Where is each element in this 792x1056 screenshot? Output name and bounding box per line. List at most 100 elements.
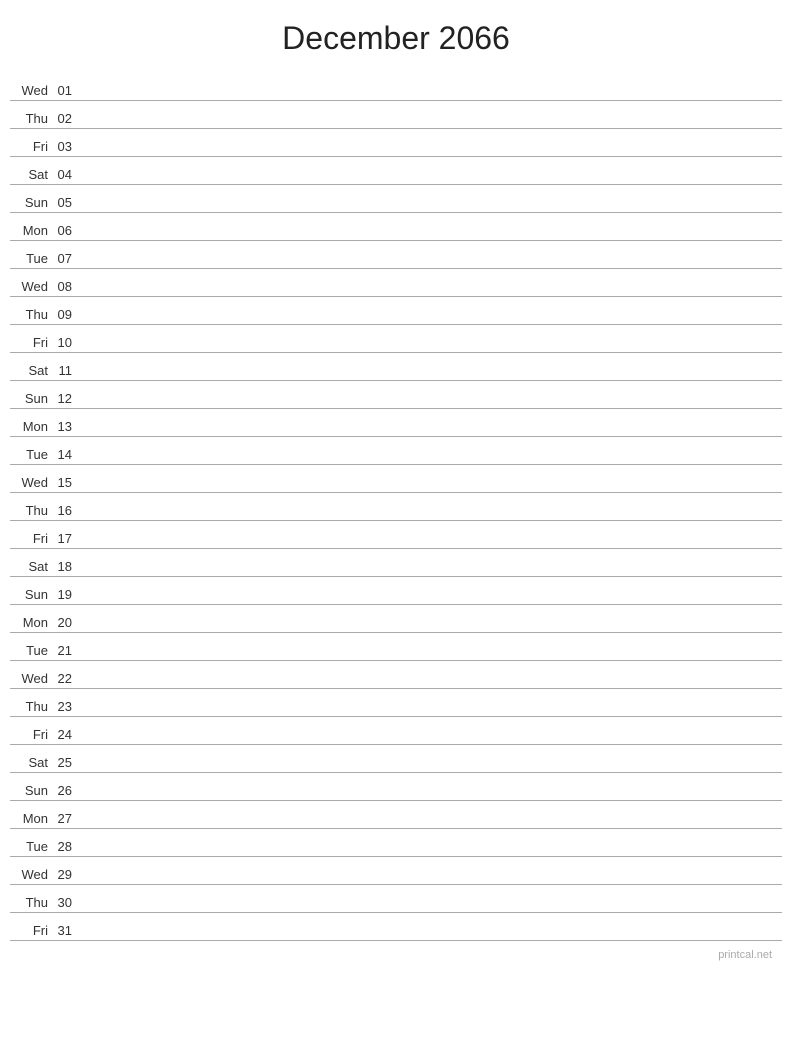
day-number: 09	[52, 307, 80, 322]
day-number: 19	[52, 587, 80, 602]
day-line	[80, 405, 782, 406]
day-number: 20	[52, 615, 80, 630]
day-number: 16	[52, 503, 80, 518]
calendar-row: Fri03	[10, 129, 782, 157]
calendar-row: Fri31	[10, 913, 782, 941]
day-name: Sat	[10, 559, 52, 574]
day-line	[80, 125, 782, 126]
day-name: Thu	[10, 307, 52, 322]
calendar-row: Sat04	[10, 157, 782, 185]
day-name: Fri	[10, 531, 52, 546]
calendar-row: Sat25	[10, 745, 782, 773]
day-name: Thu	[10, 111, 52, 126]
calendar-row: Thu16	[10, 493, 782, 521]
day-line	[80, 909, 782, 910]
day-name: Sun	[10, 391, 52, 406]
day-line	[80, 769, 782, 770]
day-line	[80, 545, 782, 546]
day-line	[80, 433, 782, 434]
day-number: 25	[52, 755, 80, 770]
day-line	[80, 237, 782, 238]
day-line	[80, 853, 782, 854]
day-number: 18	[52, 559, 80, 574]
day-line	[80, 349, 782, 350]
day-number: 26	[52, 783, 80, 798]
calendar-row: Thu09	[10, 297, 782, 325]
day-line	[80, 181, 782, 182]
day-name: Tue	[10, 643, 52, 658]
calendar-row: Sun19	[10, 577, 782, 605]
day-line	[80, 265, 782, 266]
day-number: 03	[52, 139, 80, 154]
day-name: Sat	[10, 167, 52, 182]
day-line	[80, 685, 782, 686]
calendar-row: Thu30	[10, 885, 782, 913]
day-line	[80, 293, 782, 294]
day-number: 24	[52, 727, 80, 742]
page-title: December 2066	[10, 20, 782, 57]
calendar-row: Thu23	[10, 689, 782, 717]
day-line	[80, 797, 782, 798]
day-line	[80, 461, 782, 462]
calendar-row: Sat11	[10, 353, 782, 381]
day-name: Fri	[10, 923, 52, 938]
day-line	[80, 881, 782, 882]
day-number: 04	[52, 167, 80, 182]
day-number: 08	[52, 279, 80, 294]
day-number: 15	[52, 475, 80, 490]
calendar-row: Sat18	[10, 549, 782, 577]
day-name: Fri	[10, 727, 52, 742]
day-name: Tue	[10, 447, 52, 462]
calendar-row: Tue21	[10, 633, 782, 661]
day-line	[80, 629, 782, 630]
day-line	[80, 937, 782, 938]
day-number: 23	[52, 699, 80, 714]
calendar-row: Mon20	[10, 605, 782, 633]
calendar-row: Wed15	[10, 465, 782, 493]
day-line	[80, 713, 782, 714]
day-name: Thu	[10, 503, 52, 518]
day-name: Mon	[10, 419, 52, 434]
day-number: 11	[52, 363, 80, 378]
day-number: 12	[52, 391, 80, 406]
day-number: 29	[52, 867, 80, 882]
day-line	[80, 489, 782, 490]
day-name: Thu	[10, 699, 52, 714]
day-name: Mon	[10, 223, 52, 238]
day-number: 02	[52, 111, 80, 126]
day-name: Mon	[10, 615, 52, 630]
day-name: Tue	[10, 839, 52, 854]
day-line	[80, 657, 782, 658]
day-name: Mon	[10, 811, 52, 826]
day-number: 01	[52, 83, 80, 98]
calendar-row: Tue28	[10, 829, 782, 857]
day-name: Sun	[10, 195, 52, 210]
calendar-container: Wed01Thu02Fri03Sat04Sun05Mon06Tue07Wed08…	[10, 73, 782, 941]
day-line	[80, 153, 782, 154]
day-line	[80, 601, 782, 602]
calendar-row: Tue07	[10, 241, 782, 269]
calendar-row: Tue14	[10, 437, 782, 465]
day-number: 06	[52, 223, 80, 238]
day-number: 31	[52, 923, 80, 938]
calendar-row: Sun26	[10, 773, 782, 801]
calendar-row: Wed08	[10, 269, 782, 297]
calendar-row: Fri24	[10, 717, 782, 745]
day-name: Sun	[10, 587, 52, 602]
calendar-row: Sun05	[10, 185, 782, 213]
footer-text: printcal.net	[10, 949, 782, 961]
calendar-row: Fri10	[10, 325, 782, 353]
day-number: 14	[52, 447, 80, 462]
day-line	[80, 573, 782, 574]
day-line	[80, 321, 782, 322]
day-number: 05	[52, 195, 80, 210]
calendar-row: Wed29	[10, 857, 782, 885]
day-number: 07	[52, 251, 80, 266]
day-number: 21	[52, 643, 80, 658]
day-name: Wed	[10, 867, 52, 882]
day-number: 22	[52, 671, 80, 686]
calendar-row: Sun12	[10, 381, 782, 409]
calendar-row: Mon13	[10, 409, 782, 437]
day-number: 13	[52, 419, 80, 434]
day-name: Fri	[10, 335, 52, 350]
